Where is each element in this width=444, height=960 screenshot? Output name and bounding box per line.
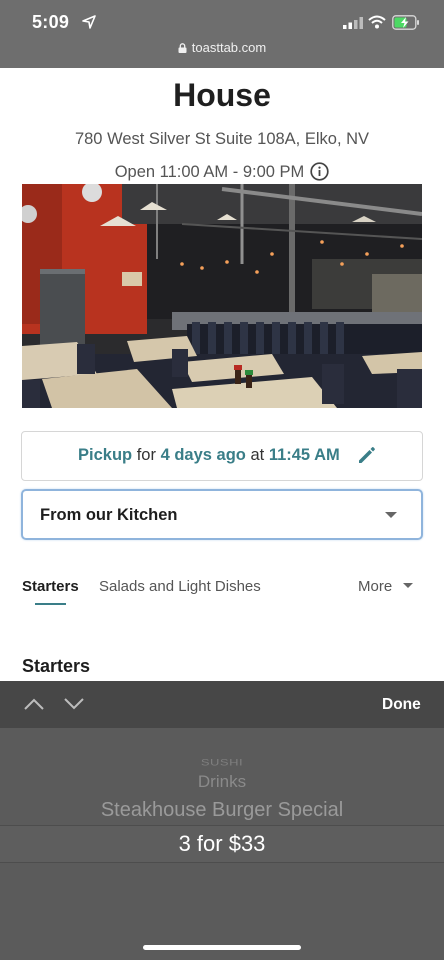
- tab-salads-and-light-dishes[interactable]: Salads and Light Dishes: [99, 578, 261, 595]
- tab-more[interactable]: More: [358, 578, 392, 595]
- chevron-up-icon[interactable]: [23, 697, 45, 711]
- battery-charging-icon: [392, 15, 419, 30]
- pickup-time-selector[interactable]: Pickup for 4 days ago at 11:45 AM: [21, 431, 423, 481]
- restaurant-hours: Open 11:00 AM - 9:00 PM: [114, 163, 305, 181]
- section-heading: Starters: [22, 656, 91, 676]
- pencil-edit-icon[interactable]: [357, 445, 377, 465]
- pickup-at-word: at: [250, 446, 265, 464]
- home-indicator: [143, 945, 301, 950]
- pickup-time: 11:45 AM: [268, 446, 340, 464]
- picker-wheel[interactable]: SUSHI Drinks Steakhouse Burger Special 3…: [0, 728, 444, 960]
- restaurant-hours-row: Open 11:00 AM - 9:00 PM: [0, 162, 444, 182]
- pickup-for-word: for: [136, 446, 156, 464]
- done-button[interactable]: Done: [382, 696, 421, 714]
- chevron-down-icon[interactable]: [63, 697, 85, 711]
- cellular-signal-icon: [343, 17, 363, 29]
- picker-option-selected[interactable]: 3 for $33: [0, 831, 444, 857]
- status-time: 5:09: [32, 12, 70, 32]
- wifi-icon: [368, 15, 386, 29]
- picker-option[interactable]: SUSHI: [0, 757, 444, 768]
- more-caret-icon[interactable]: [403, 583, 413, 588]
- url-text: toasttab.com: [191, 40, 267, 55]
- active-tab-underline: [35, 603, 66, 605]
- menu-select-value: From our Kitchen: [40, 506, 178, 524]
- tab-starters[interactable]: Starters: [22, 578, 79, 595]
- dropdown-caret-icon: [385, 512, 397, 518]
- location-arrow-icon: [82, 15, 96, 29]
- url-bar[interactable]: toasttab.com: [0, 40, 444, 55]
- status-bar: 5:09 toasttab.com: [0, 0, 444, 68]
- pickup-day: 4 days ago: [160, 446, 246, 464]
- restaurant-name: House: [173, 77, 271, 113]
- pickup-mode: Pickup: [78, 446, 133, 464]
- info-icon[interactable]: [310, 162, 329, 181]
- restaurant-address: 780 West Silver St Suite 108A, Elko, NV: [74, 130, 370, 148]
- restaurant-photo: [22, 184, 422, 408]
- menu-select-dropdown[interactable]: From our Kitchen: [21, 489, 423, 540]
- picker-option[interactable]: Drinks: [0, 772, 444, 792]
- lock-icon: [178, 43, 187, 53]
- picker-option[interactable]: Steakhouse Burger Special: [0, 799, 444, 822]
- pickup-summary: Pickup for 4 days ago at 11:45 AM: [78, 446, 340, 465]
